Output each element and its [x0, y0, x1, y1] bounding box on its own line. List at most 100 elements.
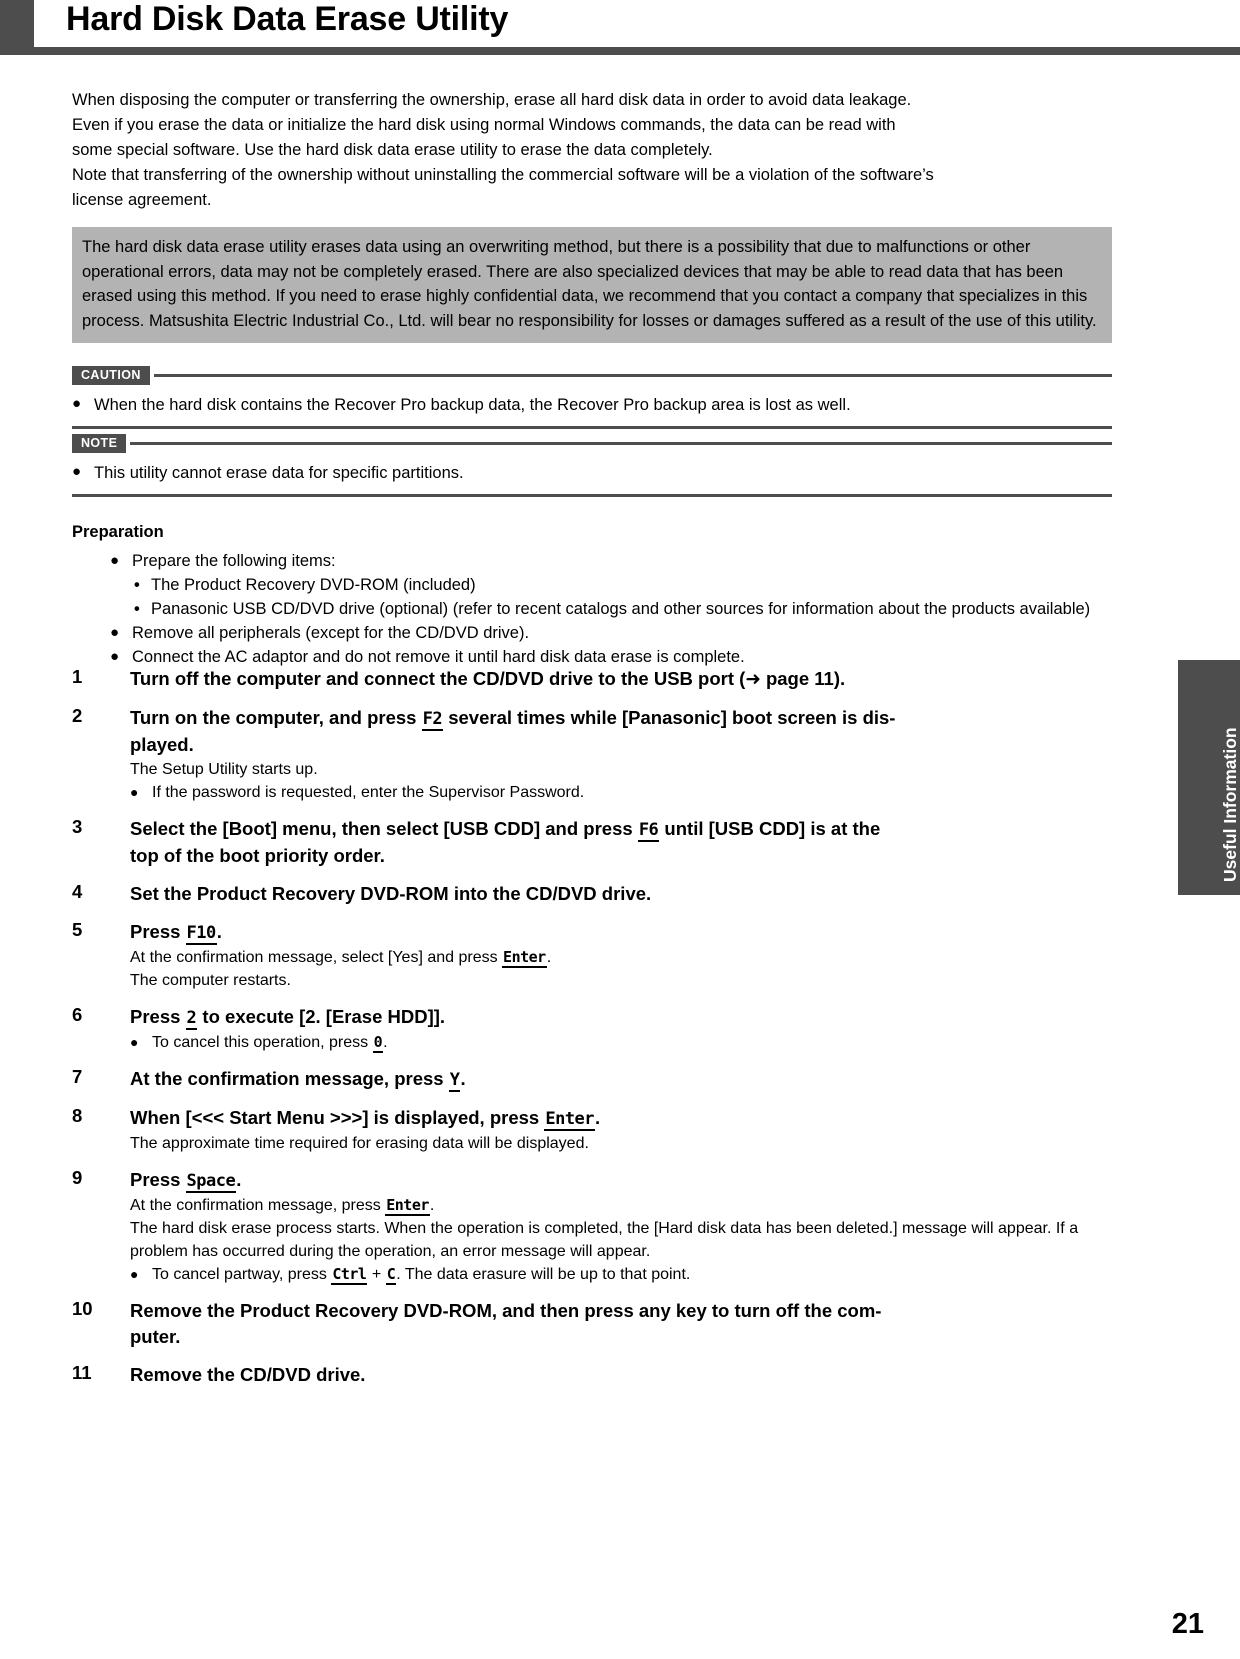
- step-4: 4 Set the Product Recovery DVD-ROM into …: [72, 881, 1117, 907]
- step-3-text-c: top of the boot priority order.: [130, 845, 385, 866]
- step-2: 2 Turn on the computer, and press F2 sev…: [72, 705, 1117, 804]
- step-8-text-b: .: [595, 1107, 601, 1128]
- step-9-bullet-plus: +: [367, 1266, 386, 1283]
- bullet-icon: ●: [130, 1034, 139, 1050]
- page-header: Hard Disk Data Erase Utility: [0, 0, 1240, 56]
- bullet-icon: ●: [72, 463, 82, 480]
- bullet-square-icon: •: [134, 600, 140, 618]
- caution-item: ● When the hard disk contains the Recove…: [72, 393, 1112, 417]
- note-tag-row: NOTE: [72, 434, 1112, 453]
- preparation-item-1: ● Prepare the following items:: [110, 549, 1115, 573]
- step-5-text-a: Press: [130, 921, 186, 942]
- bullet-icon: ●: [110, 624, 120, 641]
- intro-line-5: license agreement.: [72, 191, 212, 209]
- page-number: 21: [1171, 1608, 1204, 1640]
- caution-block: CAUTION ● When the hard disk contains th…: [72, 366, 1112, 429]
- step-6-bullet: ● To cancel this operation, press 0.: [130, 1031, 1117, 1054]
- preparation-sub-2: • Panasonic USB CD/DVD drive (optional) …: [110, 597, 1115, 621]
- side-tab-useful-information: Useful Information: [1178, 660, 1240, 895]
- preparation-item-1-text: Prepare the following items:: [132, 552, 336, 570]
- key-ctrl: Ctrl: [331, 1265, 368, 1285]
- step-2-text-c: played.: [130, 734, 194, 755]
- step-9-sub-b: .: [429, 1197, 435, 1214]
- step-10-number: 10: [72, 1298, 93, 1319]
- step-5-sub-a: At the confirmation message, select [Yes…: [130, 949, 503, 966]
- step-6-text: Press 2 to execute [2. [Erase HDD]].: [130, 1004, 1117, 1031]
- note-item: ● This utility cannot erase data for spe…: [72, 461, 1112, 485]
- bullet-icon: ●: [130, 1266, 139, 1282]
- step-2-text-a: Turn on the computer, and press: [130, 707, 422, 728]
- bullet-icon: ●: [110, 552, 120, 569]
- step-4-number: 4: [72, 881, 83, 902]
- side-tab-label: Useful Information: [1220, 727, 1240, 882]
- step-6-number: 6: [72, 1004, 83, 1025]
- note-block: NOTE ● This utility cannot erase data fo…: [72, 434, 1112, 497]
- preparation-heading: Preparation: [72, 523, 164, 541]
- step-9-text-b: .: [236, 1169, 242, 1190]
- step-9-bullet-text: To cancel partway, press Ctrl + C. The d…: [152, 1263, 690, 1286]
- step-9-sub: At the confirmation message, press Enter…: [130, 1194, 1117, 1217]
- caution-tag: CAUTION: [72, 366, 150, 385]
- step-4-text: Set the Product Recovery DVD-ROM into th…: [130, 883, 652, 904]
- key-enter: Enter: [544, 1109, 596, 1131]
- title-accent-block: [0, 0, 34, 48]
- step-5-sub-2: The computer restarts.: [130, 972, 291, 989]
- step-6-bullet-text: To cancel this operation, press 0.: [152, 1031, 388, 1054]
- caution-tag-rule: [153, 374, 1112, 377]
- bullet-icon: ●: [130, 784, 139, 800]
- key-f10: F10: [185, 923, 217, 945]
- preparation-sub-2-line-1: Panasonic USB CD/DVD drive (optional) (r…: [151, 600, 920, 618]
- step-9-sub-a: At the confirmation message, press: [130, 1197, 386, 1214]
- step-9-sub-2-line-1: The hard disk erase process starts. When…: [130, 1220, 898, 1237]
- step-2-bullet-text: If the password is requested, enter the …: [152, 784, 585, 801]
- step-9-bullet-b: . The data erasure will be up to that po…: [396, 1266, 691, 1283]
- key-0: 0: [372, 1033, 384, 1053]
- step-9-text: Press Space.: [130, 1167, 1117, 1194]
- key-y: Y: [448, 1070, 461, 1092]
- step-9-bullet: ● To cancel partway, press Ctrl + C. The…: [130, 1263, 1117, 1286]
- intro-line-3: some special software. Use the hard disk…: [72, 141, 713, 159]
- step-2-bullet: ● If the password is requested, enter th…: [130, 781, 1117, 804]
- step-3-text-a: Select the [Boot] menu, then select [USB…: [130, 818, 638, 839]
- intro-line-4: Note that transferring of the ownership …: [72, 166, 934, 184]
- caution-bottom-rule: [72, 426, 1112, 429]
- note-bottom-rule: [72, 494, 1112, 497]
- step-9-number: 9: [72, 1167, 83, 1188]
- step-1-text: Turn off the computer and connect the CD…: [130, 666, 1117, 693]
- step-7-number: 7: [72, 1066, 83, 1087]
- step-6: 6 Press 2 to execute [2. [Erase HDD]]. ●…: [72, 1004, 1117, 1054]
- bullet-square-icon: •: [134, 576, 140, 594]
- key-f2: F2: [421, 709, 444, 731]
- preparation-item-2: ● Remove all peripherals (except for the…: [110, 621, 1115, 645]
- step-6-text-b: to execute [2. [Erase HDD]].: [197, 1006, 446, 1027]
- step-8: 8 When [<<< Start Menu >>>] is displayed…: [72, 1105, 1117, 1155]
- step-5-text: Press F10.: [130, 919, 1117, 946]
- bullet-icon: ●: [72, 395, 82, 412]
- preparation-sub-1: • The Product Recovery DVD-ROM (included…: [110, 573, 1115, 597]
- preparation-sub-2-text: Panasonic USB CD/DVD drive (optional) (r…: [151, 597, 1090, 621]
- step-5-text-b: .: [216, 921, 222, 942]
- step-10-text-c: puter.: [130, 1326, 181, 1347]
- title-rule: [0, 47, 1240, 55]
- step-3-number: 3: [72, 816, 83, 837]
- step-10: 10 Remove the Product Recovery DVD-ROM, …: [72, 1298, 1117, 1350]
- step-9: 9 Press Space. At the confirmation messa…: [72, 1167, 1117, 1286]
- step-1-number: 1: [72, 666, 83, 687]
- document-page: Hard Disk Data Erase Utility When dispos…: [0, 0, 1240, 1659]
- step-2-text-b: several times while [Panasonic] boot scr…: [443, 707, 896, 728]
- step-8-text: When [<<< Start Menu >>>] is displayed, …: [130, 1105, 1117, 1132]
- steps-list: 1 Turn off the computer and connect the …: [72, 666, 1117, 1400]
- note-tag-rule: [130, 442, 1112, 445]
- step-8-text-a: When [<<< Start Menu >>>] is displayed, …: [130, 1107, 545, 1128]
- key-space: Space: [185, 1171, 237, 1193]
- step-7-text-b: .: [460, 1068, 466, 1089]
- key-c: C: [385, 1265, 397, 1285]
- step-10-text: Remove the Product Recovery DVD-ROM, and…: [130, 1298, 1117, 1350]
- caution-item-text: When the hard disk contains the Recover …: [94, 396, 851, 414]
- step-6-bullet-a: To cancel this operation, press: [152, 1034, 373, 1051]
- arrow-icon: ➜: [745, 669, 761, 690]
- step-11-text: Remove the CD/DVD drive.: [130, 1364, 366, 1385]
- caution-tag-row: CAUTION: [72, 366, 1112, 385]
- intro-block: When disposing the computer or transferr…: [72, 88, 1112, 213]
- intro-line-2: Even if you erase the data or initialize…: [72, 116, 896, 134]
